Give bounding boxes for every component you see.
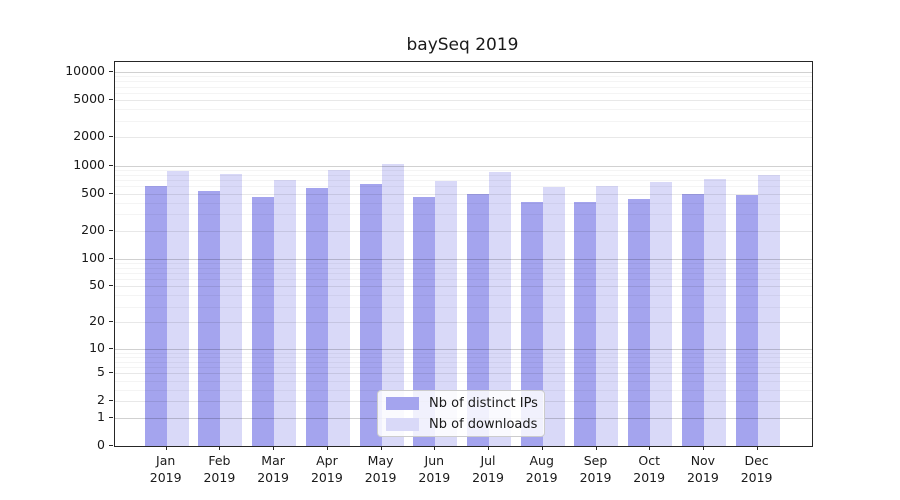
x-tick-label-feb: Feb 2019: [203, 453, 236, 485]
gridline-70: [115, 272, 812, 274]
gridline-700: [115, 179, 812, 181]
y-tick-label-10: 10: [89, 339, 105, 355]
y-tick-200: [109, 229, 113, 231]
gridline-600: [115, 186, 812, 188]
gridline-400: [115, 202, 812, 204]
x-tick-label-may: May 2019: [364, 453, 397, 485]
x-tick-label-nov: Nov 2019: [686, 453, 719, 485]
gridline-80: [115, 267, 812, 269]
legend-label-downloads: Nb of downloads: [429, 416, 538, 432]
grid-layer: [115, 62, 812, 446]
legend-swatch-distinct-ips-icon: [386, 396, 419, 410]
gridline-1000: [115, 165, 812, 167]
gridline-7: [115, 361, 812, 363]
gridline-5: [115, 373, 812, 375]
gridline-300: [115, 214, 812, 216]
y-tick-500: [109, 192, 113, 194]
x-tick-label-mar: Mar 2019: [257, 453, 289, 485]
legend-label-distinct-ips: Nb of distinct IPs: [429, 395, 538, 411]
y-tick-5000: [109, 99, 113, 101]
y-tick-label-5: 5: [97, 364, 105, 380]
y-tick-5: [109, 372, 113, 374]
y-tick-10: [109, 347, 113, 349]
gridline-4000: [115, 109, 812, 111]
x-tick-dec: [756, 446, 758, 450]
gridline-3000: [115, 120, 812, 122]
x-tick-label-jul: Jul 2019: [472, 453, 504, 485]
x-tick-feb: [219, 446, 221, 450]
chart-title: baySeq 2019: [406, 35, 519, 55]
y-tick-50: [109, 285, 113, 287]
gridline-5000: [115, 100, 812, 102]
gridline-30: [115, 306, 812, 308]
y-tick-2000: [109, 136, 113, 138]
x-tick-label-sep: Sep 2019: [579, 453, 612, 485]
x-tick-apr: [326, 446, 328, 450]
y-tick-1000: [109, 164, 113, 166]
x-tick-may: [380, 446, 382, 450]
y-tick-label-2000: 2000: [73, 128, 105, 144]
gridline-10000: [115, 72, 812, 73]
gridline-200: [115, 230, 812, 232]
gridline-8: [115, 356, 812, 358]
y-tick-label-100: 100: [81, 249, 105, 265]
legend-swatch-downloads-icon: [386, 417, 419, 431]
gridline-9: [115, 352, 812, 354]
y-tick-label-200: 200: [81, 221, 105, 237]
y-tick-1: [109, 416, 113, 418]
y-tick-label-20: 20: [89, 313, 105, 329]
plot-area: Nb of distinct IPs Nb of downloads: [114, 61, 813, 447]
y-tick-0: [109, 445, 113, 446]
x-tick-label-oct: Oct 2019: [633, 453, 666, 485]
gridline-20: [115, 322, 812, 324]
gridline-7000: [115, 86, 812, 88]
y-tick-label-5000: 5000: [73, 91, 105, 107]
gridline-900: [115, 169, 812, 171]
x-tick-label-jan: Jan 2019: [149, 453, 182, 485]
gridline-40: [115, 295, 812, 297]
y-tick-label-1: 1: [97, 408, 105, 424]
x-tick-sep: [595, 446, 597, 450]
y-tick-100: [109, 257, 113, 259]
x-tick-mar: [273, 446, 275, 450]
x-tick-label-aug: Aug 2019: [525, 453, 558, 485]
y-tick-20: [109, 321, 113, 323]
legend-item-downloads: Nb of downloads: [378, 416, 544, 433]
legend: Nb of distinct IPs Nb of downloads: [377, 390, 545, 437]
gridline-10: [115, 348, 812, 350]
gridline-800: [115, 174, 812, 176]
x-tick-label-jun: Jun 2019: [418, 453, 451, 485]
x-tick-jun: [434, 446, 436, 450]
y-tick-label-2: 2: [97, 392, 105, 408]
gridline-500: [115, 193, 812, 195]
y-tick-label-500: 500: [81, 184, 105, 200]
gridline-8000: [115, 81, 812, 83]
chart-figure: baySeq 2019 Nb of distinct IPs Nb of dow…: [0, 0, 900, 500]
gridline-2000: [115, 137, 812, 139]
x-tick-nov: [702, 446, 704, 450]
gridline-6000: [115, 92, 812, 94]
gridline-50: [115, 286, 812, 288]
x-tick-oct: [649, 446, 651, 450]
x-tick-label-apr: Apr 2019: [310, 453, 343, 485]
x-tick-aug: [541, 446, 543, 450]
gridline-6: [115, 367, 812, 368]
y-tick-10000: [109, 71, 113, 72]
x-tick-jul: [488, 446, 489, 450]
y-tick-2: [109, 400, 113, 402]
legend-item-distinct-ips: Nb of distinct IPs: [378, 395, 544, 412]
x-tick-label-dec: Dec 2019: [740, 453, 773, 485]
gridline-4: [115, 380, 812, 382]
gridline-9000: [115, 76, 812, 78]
gridline-100: [115, 258, 812, 260]
y-tick-label-1000: 1000: [73, 156, 105, 172]
y-tick-label-0: 0: [97, 437, 105, 452]
x-tick-jan: [165, 446, 167, 450]
y-tick-label-10000: 10000: [65, 63, 105, 78]
gridline-60: [115, 279, 812, 281]
y-tick-label-50: 50: [89, 277, 105, 293]
gridline-90: [115, 262, 812, 264]
